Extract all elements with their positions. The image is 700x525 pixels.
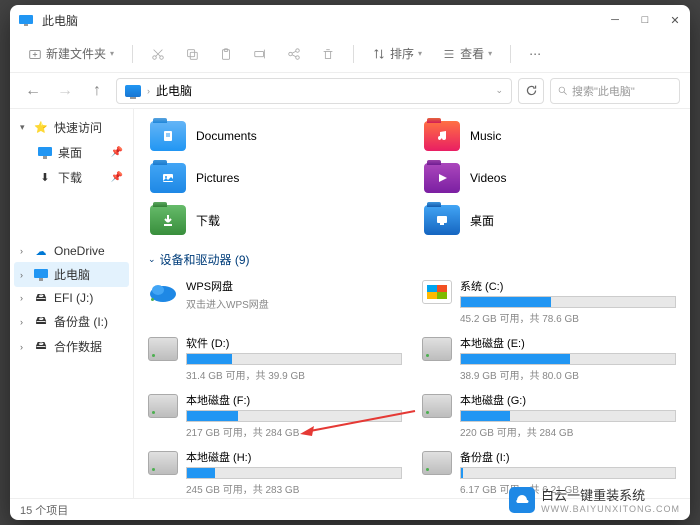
drive-item[interactable]: 软件 (D:)31.4 GB 可用，共 39.9 GB — [148, 335, 402, 382]
sidebar-downloads[interactable]: ⬇ 下载 📌 — [14, 165, 129, 190]
sidebar-this-pc[interactable]: › 此电脑 — [14, 262, 129, 287]
sidebar-efi[interactable]: › 🖴 EFI (J:) — [14, 287, 129, 309]
sidebar-coop[interactable]: › 🖴 合作数据 — [14, 334, 129, 359]
music-icon — [424, 121, 460, 151]
explorer-window: 此电脑 ─ □ ✕ 新建文件夹 ▾ 排序 ▾ 查看 ▾ ⋯ — [10, 5, 690, 520]
sidebar-quick-access[interactable]: ▾ ⭐ 快速访问 — [14, 115, 129, 140]
back-button[interactable]: ← — [20, 78, 46, 104]
rename-button[interactable] — [247, 43, 273, 65]
delete-button[interactable] — [315, 43, 341, 65]
desktop-icon — [38, 146, 52, 160]
cut-button[interactable] — [145, 43, 171, 65]
more-button[interactable]: ⋯ — [523, 43, 547, 65]
app-icon — [18, 12, 34, 28]
drive-item[interactable]: WPS网盘双击进入WPS网盘 — [148, 278, 402, 325]
drive-icon: 🖴 — [34, 291, 48, 305]
videos-icon — [424, 163, 460, 193]
item-count: 15 个项目 — [20, 502, 68, 518]
share-button[interactable] — [281, 43, 307, 65]
up-button[interactable]: ↑ — [84, 78, 110, 104]
navbar: ← → ↑ › 此电脑 ⌄ 搜索"此电脑" — [10, 73, 690, 109]
folder-documents[interactable]: Documents — [148, 119, 402, 153]
drive-icon — [422, 451, 452, 475]
drive-icon: 🖴 — [34, 340, 48, 354]
downloads-icon — [150, 205, 186, 235]
sort-button[interactable]: 排序 ▾ — [366, 41, 428, 66]
search-input[interactable]: 搜索"此电脑" — [550, 78, 680, 104]
folder-music[interactable]: Music — [422, 119, 676, 153]
pin-icon: 📌 — [111, 147, 123, 158]
forward-button[interactable]: → — [52, 78, 78, 104]
pin-icon: 📌 — [111, 172, 123, 183]
view-button[interactable]: 查看 ▾ — [436, 41, 498, 66]
address-bar[interactable]: › 此电脑 ⌄ — [116, 78, 512, 104]
toolbar: 新建文件夹 ▾ 排序 ▾ 查看 ▾ ⋯ — [10, 35, 690, 73]
drive-icon — [422, 280, 452, 304]
drive-icon — [422, 394, 452, 418]
devices-section-header[interactable]: ⌄ 设备和驱动器 (9) — [148, 251, 676, 268]
drive-item[interactable]: 本地磁盘 (H:)245 GB 可用，共 283 GB — [148, 449, 402, 496]
close-button[interactable]: ✕ — [668, 14, 682, 27]
pictures-icon — [150, 163, 186, 193]
cloud-icon: ☁ — [34, 244, 48, 258]
pc-icon — [125, 85, 141, 97]
drive-item[interactable]: 本地磁盘 (E:)38.9 GB 可用，共 80.0 GB — [422, 335, 676, 382]
drives-grid: WPS网盘双击进入WPS网盘系统 (C:)45.2 GB 可用，共 78.6 G… — [148, 278, 676, 498]
folder-pictures[interactable]: Pictures — [148, 161, 402, 195]
chevron-down-icon: ⌄ — [148, 254, 156, 265]
drive-icon — [148, 394, 178, 418]
watermark: 白云一键重装系统 WWW.BAIYUNXITONG.COM — [509, 485, 680, 514]
download-icon: ⬇ — [38, 171, 52, 185]
new-folder-button[interactable]: 新建文件夹 ▾ — [22, 41, 120, 66]
desktop-icon — [424, 205, 460, 235]
folder-desktop[interactable]: 桌面 — [422, 203, 676, 237]
drive-icon — [148, 337, 178, 361]
drive-icon — [148, 451, 178, 475]
drive-item[interactable]: 本地磁盘 (G:)220 GB 可用，共 284 GB — [422, 392, 676, 439]
star-icon: ⭐ — [34, 121, 48, 135]
paste-button[interactable] — [213, 43, 239, 65]
titlebar: 此电脑 ─ □ ✕ — [10, 5, 690, 35]
drive-item[interactable]: 系统 (C:)45.2 GB 可用，共 78.6 GB — [422, 278, 676, 325]
sidebar-onedrive[interactable]: › ☁ OneDrive — [14, 240, 129, 262]
folder-downloads[interactable]: 下载 — [148, 203, 402, 237]
drive-icon — [422, 337, 452, 361]
pc-icon — [34, 268, 48, 282]
sidebar: ▾ ⭐ 快速访问 桌面 📌 ⬇ 下载 📌 › ☁ OneDrive › — [10, 109, 134, 498]
sidebar-backup[interactable]: › 🖴 备份盘 (I:) — [14, 309, 129, 334]
watermark-logo — [509, 487, 535, 513]
drive-icon: 🖴 — [34, 315, 48, 329]
drive-item[interactable]: 本地磁盘 (F:)217 GB 可用，共 284 GB — [148, 392, 402, 439]
minimize-button[interactable]: ─ — [608, 14, 622, 27]
documents-icon — [150, 121, 186, 151]
content-area: Documents Music Pictures Videos 下载 — [134, 109, 690, 498]
sidebar-desktop[interactable]: 桌面 📌 — [14, 140, 129, 165]
window-title: 此电脑 — [42, 12, 608, 29]
folder-videos[interactable]: Videos — [422, 161, 676, 195]
location-text: 此电脑 — [156, 82, 192, 99]
refresh-button[interactable] — [518, 78, 544, 104]
drive-icon — [148, 280, 178, 304]
copy-button[interactable] — [179, 43, 205, 65]
maximize-button[interactable]: □ — [638, 14, 652, 27]
